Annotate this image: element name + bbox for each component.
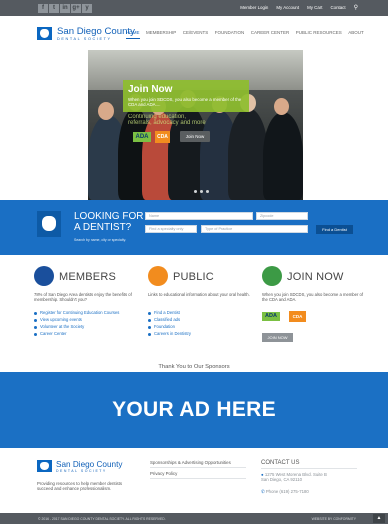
find-dentist-title: LOOKING FOR A DENTIST? [74, 211, 144, 233]
ada-logo: ADA [133, 132, 151, 142]
nav-home[interactable]: HOME [126, 30, 140, 39]
hero-join-subtext: Continuing education, referrals, advocac… [128, 114, 206, 126]
hero-join-button[interactable]: Join Now [180, 131, 210, 142]
contact-title: CONTACT US [261, 460, 300, 466]
find-dentist-button[interactable]: Find a Dentist [316, 225, 353, 234]
members-group-icon [34, 266, 54, 286]
cda-logo: CDA [155, 131, 170, 143]
social-links: f t in g+ y [38, 4, 92, 13]
public-chat-icon [148, 266, 168, 286]
nav-about[interactable]: ABOUT [348, 30, 364, 39]
zipcode-input[interactable]: Zipcode [256, 212, 308, 220]
nav-membership[interactable]: MEMBERSHIP [146, 30, 176, 39]
find-dentist-hint: Search by name, city or specialty. [74, 238, 127, 242]
contact-phone[interactable]: ✆ Phone (619) 275-7180 [261, 489, 309, 494]
dentist-name-input[interactable]: Name [145, 212, 253, 220]
members-title: MEMBERS [59, 271, 117, 283]
ada-logo: ADA [262, 312, 280, 321]
search-icon[interactable]: ⚲ [354, 4, 358, 12]
nav-ce-events[interactable]: CE/EVENTS [183, 30, 209, 39]
footer-divider [150, 478, 246, 479]
members-description: 78% of San Diego Area dentists enjoy the… [34, 292, 132, 302]
photo-person [263, 112, 303, 200]
link-find-dentist[interactable]: Find a Dentist [148, 310, 191, 316]
cda-logo: CDA [289, 311, 306, 322]
members-links: Register for Continuing Education Course… [34, 310, 119, 338]
my-account-link[interactable]: My Account [276, 4, 299, 12]
copyright-text: © 2016 - 2017 SAN DIEGO COUNTY DENTAL SO… [38, 517, 166, 521]
link-classified-ads[interactable]: Classified ads [148, 317, 191, 323]
slider-dot[interactable] [200, 190, 203, 193]
powered-by-link[interactable]: WEBSITE BY CONFORMITY [312, 517, 356, 521]
nav-foundation[interactable]: FOUNDATION [215, 30, 244, 39]
sponsors-title: Thank You to Our Sponsors [158, 364, 230, 370]
link-career-center[interactable]: Career Center [34, 331, 119, 337]
public-links: Find a Dentist Classified ads Foundation… [148, 310, 191, 338]
link-careers-dentistry[interactable]: Careers in Dentistry [148, 331, 191, 337]
chevron-up-icon[interactable]: ▲ [373, 514, 385, 523]
slider-dot[interactable] [194, 190, 197, 193]
footer-logo-name[interactable]: San Diego County [56, 460, 122, 469]
footer-link-sponsorships[interactable]: Sponsorships & Advertising Opportunities [150, 460, 231, 465]
tooth-logo-icon[interactable] [37, 27, 52, 40]
footer-divider [150, 467, 246, 468]
link-upcoming-events[interactable]: View upcoming events [34, 317, 119, 323]
facebook-icon[interactable]: f [38, 4, 48, 13]
join-title: JOIN NOW [287, 271, 344, 283]
footer-logo-tagline: DENTAL SOCIETY [56, 469, 107, 473]
tooth-icon [37, 211, 61, 237]
contact-address-line2: San Diego, CA 92110 [261, 477, 303, 482]
twitter-icon[interactable]: t [49, 4, 59, 13]
youtube-icon[interactable]: y [82, 4, 92, 13]
photo-head [274, 98, 289, 115]
link-register-ce[interactable]: Register for Continuing Education Course… [34, 310, 119, 316]
nav-career-center[interactable]: CAREER CENTER [251, 30, 290, 39]
footer-tooth-logo-icon[interactable] [37, 460, 52, 472]
join-now-button[interactable]: JOIN NOW [262, 333, 293, 342]
my-cart-link[interactable]: My Cart [307, 4, 322, 12]
google-plus-icon[interactable]: g+ [71, 4, 81, 13]
slider-dots [194, 190, 209, 193]
nav-public-resources[interactable]: PUBLIC RESOURCES [296, 30, 342, 39]
public-title: PUBLIC [173, 271, 214, 283]
logo-tagline: DENTAL SOCIETY [57, 37, 112, 41]
link-volunteer[interactable]: Volunteer at the Society [34, 324, 119, 330]
practice-type-select[interactable]: Type of Practice [201, 225, 308, 233]
contact-divider [261, 468, 357, 469]
link-foundation[interactable]: Foundation [148, 324, 191, 330]
hero-join-text: When you join SDCDS, you also become a m… [128, 97, 242, 107]
ad-banner-text[interactable]: YOUR AD HERE [0, 398, 388, 422]
slider-dot[interactable] [206, 190, 209, 193]
logo-name[interactable]: San Diego County [57, 27, 135, 37]
join-description: When you join SDCDS, you also become a m… [262, 292, 364, 302]
public-description: Links to educational information about y… [148, 292, 250, 297]
hero-join-panel: Join Now When you join SDCDS, you also b… [123, 80, 249, 112]
handshake-icon [262, 266, 282, 286]
phone-icon: ✆ [261, 489, 265, 494]
utility-links: Member Login My Account My Cart Contact … [240, 4, 358, 12]
footer-link-privacy[interactable]: Privacy Policy [150, 471, 177, 476]
linkedin-icon[interactable]: in [60, 4, 70, 13]
photo-person [228, 108, 268, 200]
contact-link[interactable]: Contact [330, 4, 345, 12]
hero-join-title: Join Now [128, 84, 173, 95]
photo-head [98, 102, 114, 120]
footer-description: Providing resources to help member denti… [37, 481, 123, 492]
specialty-select[interactable]: Find a specialty only [145, 225, 197, 233]
member-login-link[interactable]: Member Login [240, 4, 268, 12]
main-nav: HOME MEMBERSHIP CE/EVENTS FOUNDATION CAR… [126, 30, 364, 39]
